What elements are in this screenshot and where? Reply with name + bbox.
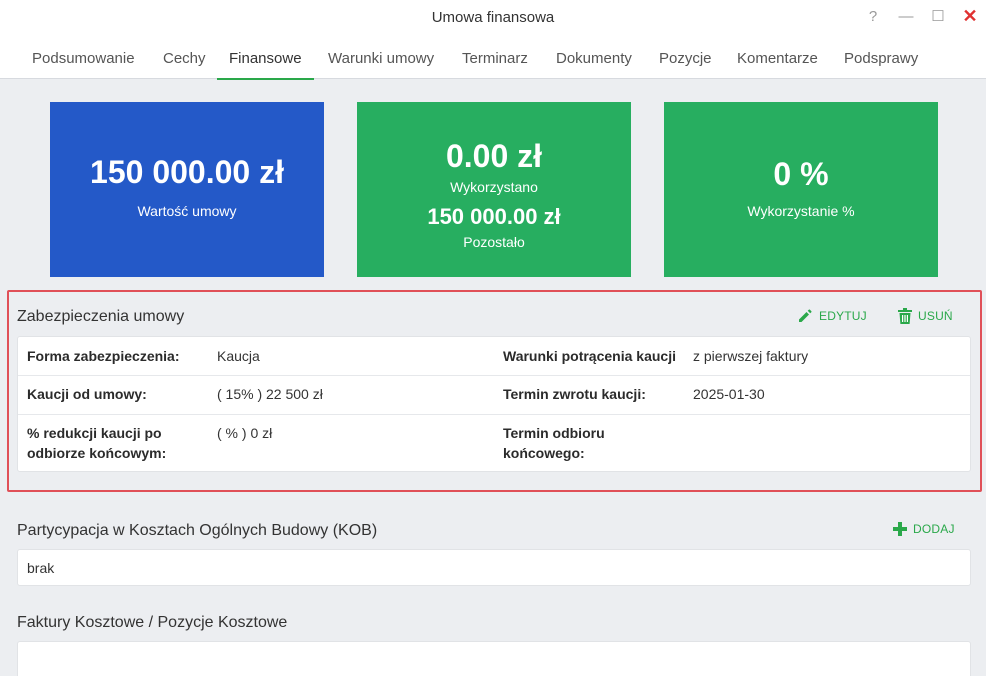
edit-button[interactable]: EDYTUJ [797, 308, 867, 324]
row-divider [18, 375, 970, 376]
tab-dokumenty[interactable]: Dokumenty [556, 36, 632, 79]
contract-value-label: Wartość umowy [137, 203, 237, 219]
window-title: Umowa finansowa [431, 9, 555, 26]
deposit-value: ( 15% ) 22 500 zł [217, 386, 323, 402]
edit-label: EDYTUJ [819, 309, 867, 323]
tab-komentarze[interactable]: Komentarze [737, 36, 818, 79]
tab-warunki-umowy[interactable]: Warunki umowy [328, 36, 434, 79]
usage-percent-card: 0 % Wykorzystanie % [664, 102, 938, 277]
used-value: 0.00 zł [445, 138, 543, 174]
final-label-line2: końcowego: [503, 445, 585, 461]
remaining-value: 150 000.00 zł [427, 204, 561, 229]
usage-percent-value: 0 % [773, 156, 829, 192]
deduction-label: Warunki potrącenia kaucji [503, 348, 676, 364]
add-label: DODAJ [913, 522, 955, 536]
remaining-label: Pozostało [463, 234, 525, 250]
kob-section-title: Partycypacja w Kosztach Ogólnych Budowy … [17, 522, 378, 539]
delete-button[interactable]: USUŃ [898, 308, 953, 324]
tab-bar: Podsumowanie Cechy Finansowe Warunki umo… [0, 36, 986, 80]
usage-card: 0.00 zł Wykorzystano 150 000.00 zł Pozos… [357, 102, 631, 277]
reduction-label-line1: % redukcji kaucji po [27, 425, 162, 441]
invoices-panel [17, 641, 971, 676]
contract-value-card: 150 000.00 zł Wartość umowy [50, 102, 324, 277]
return-label: Termin zwrotu kaucji: [503, 386, 646, 402]
reduction-label-line2: odbiorze końcowym: [27, 445, 167, 461]
usage-percent-label: Wykorzystanie % [747, 203, 855, 219]
window-titlebar: Umowa finansowa ? — ☐ ✕ [0, 0, 986, 36]
close-icon[interactable]: ✕ [959, 6, 981, 26]
security-panel: Forma zabezpieczenia: Kaucja Warunki pot… [17, 336, 971, 472]
deduction-value: z pierwszej faktury [693, 348, 809, 364]
trash-icon [898, 308, 912, 324]
row-divider [18, 414, 970, 415]
maximize-icon[interactable]: ☐ [927, 6, 949, 26]
tab-cechy[interactable]: Cechy [163, 36, 206, 79]
security-section-title: Zabezpieczenia umowy [17, 308, 185, 325]
pencil-icon [797, 308, 813, 324]
tab-finansowe[interactable]: Finansowe [217, 36, 314, 80]
contract-value: 150 000.00 zł [90, 154, 284, 190]
tab-podsumowanie[interactable]: Podsumowanie [32, 36, 135, 79]
final-label-line1: Termin odbioru [503, 425, 605, 441]
reduction-value: ( % ) 0 zł [217, 425, 273, 441]
deposit-label: Kaucji od umowy: [27, 386, 147, 402]
tab-terminarz[interactable]: Terminarz [462, 36, 528, 79]
form-value: Kaucja [217, 348, 260, 364]
used-label: Wykorzystano [450, 179, 538, 195]
add-button[interactable]: DODAJ [893, 522, 955, 536]
invoices-section-title: Faktury Kosztowe / Pozycje Kosztowe [17, 614, 288, 631]
tab-podsprawy[interactable]: Podsprawy [844, 36, 918, 79]
form-label: Forma zabezpieczenia: [27, 348, 180, 364]
kob-panel: brak [17, 549, 971, 586]
return-value: 2025-01-30 [693, 386, 765, 402]
minimize-icon[interactable]: — [895, 6, 917, 26]
kob-value: brak [27, 560, 55, 576]
delete-label: USUŃ [918, 309, 953, 323]
help-icon[interactable]: ? [862, 6, 884, 26]
tab-pozycje[interactable]: Pozycje [659, 36, 712, 79]
plus-icon [893, 522, 907, 536]
